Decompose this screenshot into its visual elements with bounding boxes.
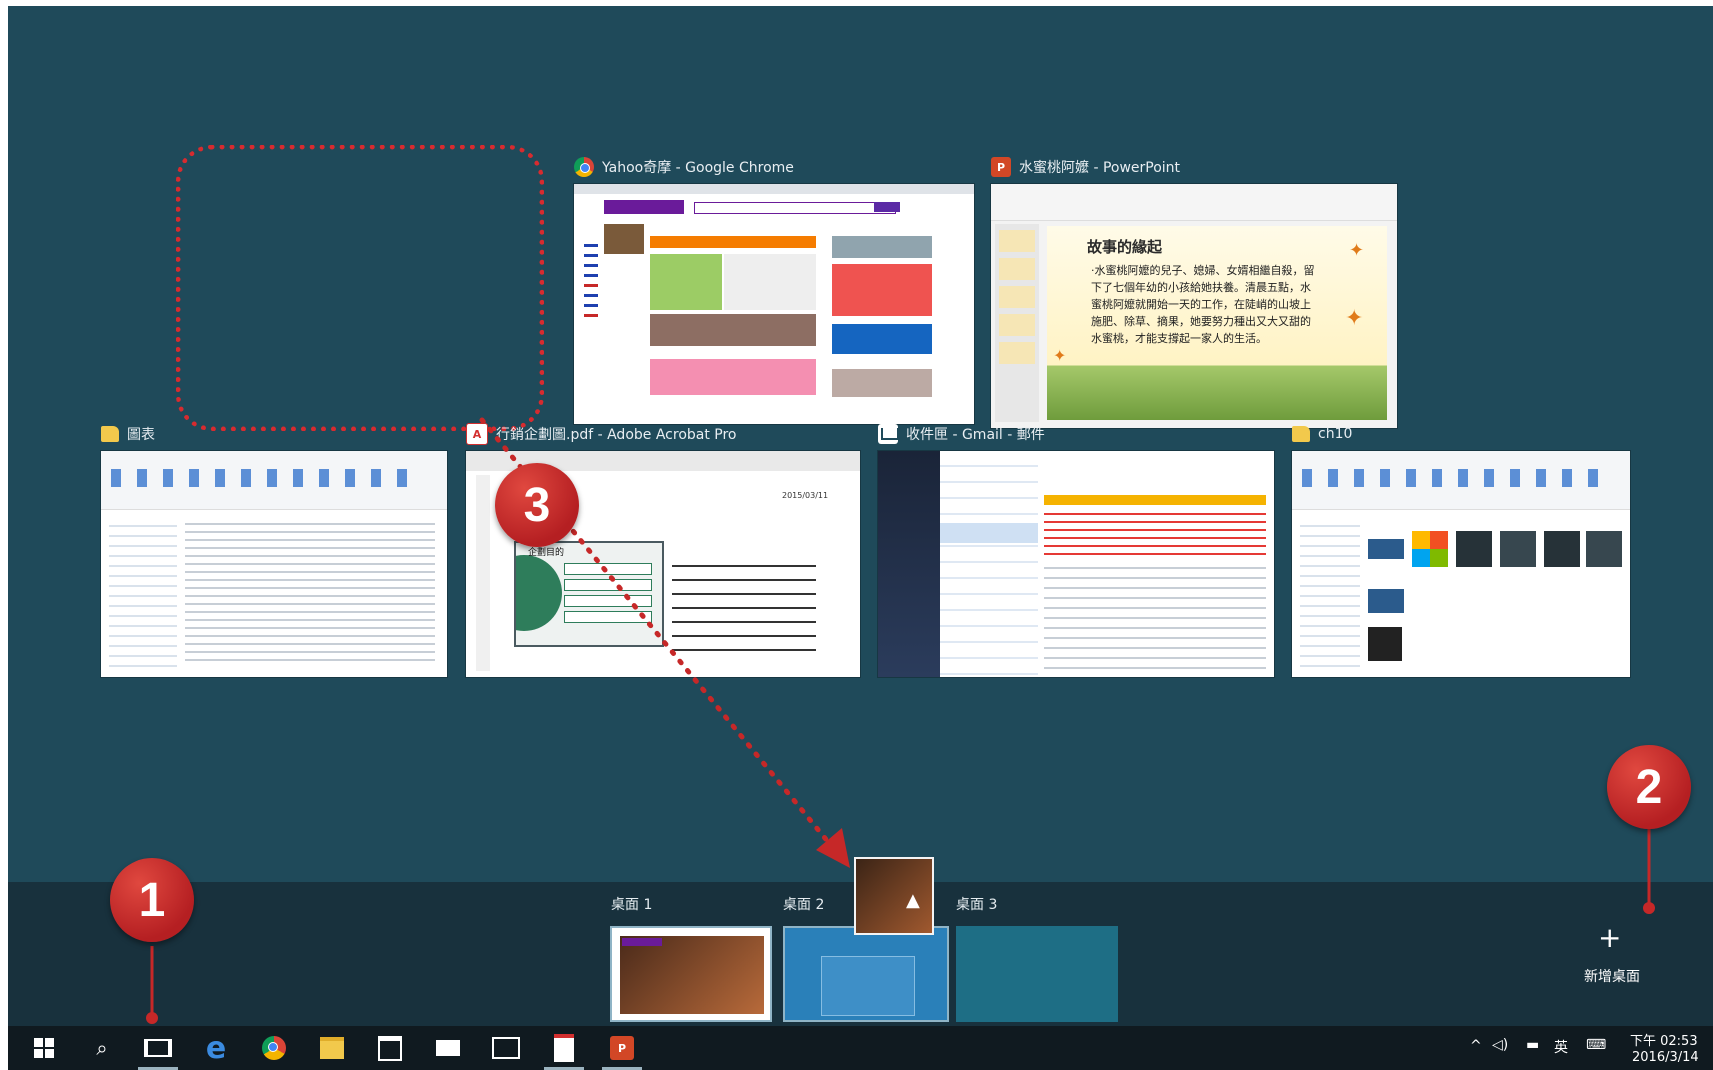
window-thumbnail[interactable] (1292, 451, 1630, 677)
pdf-date: 2015/03/11 (782, 491, 829, 500)
window-thumbnail[interactable] (101, 451, 447, 677)
edge-icon: e (205, 1030, 227, 1066)
desktop-3-label: 桌面 3 (956, 897, 998, 913)
slide-canvas: 故事的緣起 ‧水蜜桃阿嬤的兒子、媳婦、女婿相繼自殺，留下了七個年幼的小孩給她扶養… (1047, 226, 1387, 420)
window-powerpoint[interactable]: P 水蜜桃阿嬤 - PowerPoint 故事的緣起 ‧水蜜桃阿嬤的兒子、媳婦、… (991, 154, 1397, 434)
task-view-button[interactable] (130, 1026, 186, 1070)
window-thumbnail[interactable] (878, 451, 1274, 677)
windows-logo-icon (34, 1038, 54, 1058)
desktop-1-label: 桌面 1 (611, 897, 653, 913)
desktop-2-label: 桌面 2 (783, 897, 825, 913)
window-title: A 行銷企劃圖.pdf - Adobe Acrobat Pro (466, 421, 737, 447)
callout-badge-3: 3 (495, 463, 579, 547)
start-button[interactable] (16, 1026, 72, 1070)
powerpoint-button[interactable]: P (594, 1026, 650, 1070)
window-chrome[interactable]: Yahoo奇摩 - Google Chrome (574, 154, 974, 434)
acrobat-icon: A (466, 423, 488, 445)
acrobat-icon (554, 1034, 574, 1062)
edge-button[interactable]: e (188, 1026, 244, 1070)
file-explorer-button[interactable] (304, 1026, 360, 1070)
volume-icon[interactable]: ◁) (1492, 1037, 1508, 1053)
show-hidden-icons-icon[interactable]: ^ (1470, 1038, 1482, 1054)
folder-icon (1292, 426, 1310, 442)
powerpoint-icon: P (610, 1036, 634, 1060)
mail-button[interactable] (420, 1026, 476, 1070)
acrobat-button[interactable] (536, 1026, 592, 1070)
folder-icon (320, 1037, 344, 1059)
window-folder-charts[interactable]: 圖表 (101, 421, 447, 685)
window-title: Yahoo奇摩 - Google Chrome (574, 154, 794, 180)
slide-title: 故事的緣起 (1087, 238, 1163, 256)
window-title: P 水蜜桃阿嬤 - PowerPoint (991, 154, 1180, 180)
action-center-icon[interactable]: ▬ (1526, 1037, 1539, 1053)
photos-icon (492, 1037, 520, 1059)
callout-badge-1: 1 (110, 858, 194, 942)
callout-badge-2: 2 (1607, 745, 1691, 829)
window-folder-ch10[interactable]: ch10 (1292, 421, 1630, 685)
window-title: 圖表 (101, 421, 155, 447)
chrome-icon (574, 157, 594, 177)
leaf-icon: ✦ (1053, 346, 1067, 365)
mail-icon (878, 424, 899, 444)
photos-button[interactable] (478, 1026, 534, 1070)
window-title: ch10 (1292, 421, 1352, 447)
pdf-heading: 企劃目的 (528, 548, 565, 558)
keyboard-icon[interactable]: ⌨ (1586, 1037, 1606, 1053)
leaf-icon: ✦ (1349, 240, 1365, 261)
powerpoint-icon: P (991, 157, 1011, 177)
desktop-2-thumbnail[interactable] (783, 926, 949, 1022)
search-icon: ⌕ (96, 1036, 108, 1060)
window-thumbnail[interactable]: 故事的緣起 ‧水蜜桃阿嬤的兒子、媳婦、女婿相繼自殺，留下了七個年幼的小孩給她扶養… (991, 184, 1397, 428)
leaf-icon: ✦ (1345, 306, 1364, 331)
search-button[interactable]: ⌕ (74, 1026, 130, 1070)
drag-source-outline (176, 145, 544, 431)
chrome-button[interactable] (246, 1026, 302, 1070)
store-bag-icon (378, 1035, 402, 1061)
ime-indicator[interactable]: 英 (1554, 1037, 1568, 1057)
chrome-icon (262, 1036, 286, 1060)
window-acrobat[interactable]: A 行銷企劃圖.pdf - Adobe Acrobat Pro 2015/03/… (466, 421, 860, 685)
window-title: 收件匣 - Gmail - 郵件 (878, 421, 1045, 447)
window-mail[interactable]: 收件匣 - Gmail - 郵件 (878, 421, 1274, 685)
task-view-icon (144, 1039, 172, 1057)
window-thumbnail[interactable] (574, 184, 974, 424)
mouse-cursor-icon: ▲ (906, 890, 920, 911)
new-desktop-button[interactable]: 新增桌面 (1584, 966, 1640, 986)
desktop-3-thumbnail[interactable] (956, 926, 1118, 1022)
desktop-1-thumbnail[interactable] (610, 926, 772, 1022)
store-button[interactable] (362, 1026, 418, 1070)
mail-icon (436, 1040, 460, 1056)
dragged-window-thumbnail (854, 857, 934, 935)
folder-icon (101, 426, 119, 442)
taskbar: ⌕ e P ^ ◁) ▬ 英 ⌨ 下午 02:53 2016/3/14 (8, 1026, 1713, 1070)
clock-date[interactable]: 2016/3/14 (1632, 1050, 1699, 1065)
task-view-screen: Yahoo奇摩 - Google Chrome P 水蜜桃阿嬤 - PowerP… (8, 6, 1713, 1070)
new-desktop-icon[interactable]: + (1598, 924, 1621, 952)
slide-body: ‧水蜜桃阿嬤的兒子、媳婦、女婿相繼自殺，留下了七個年幼的小孩給她扶養。清晨五點，… (1091, 264, 1315, 345)
clock-time[interactable]: 下午 02:53 (1630, 1030, 1698, 1049)
